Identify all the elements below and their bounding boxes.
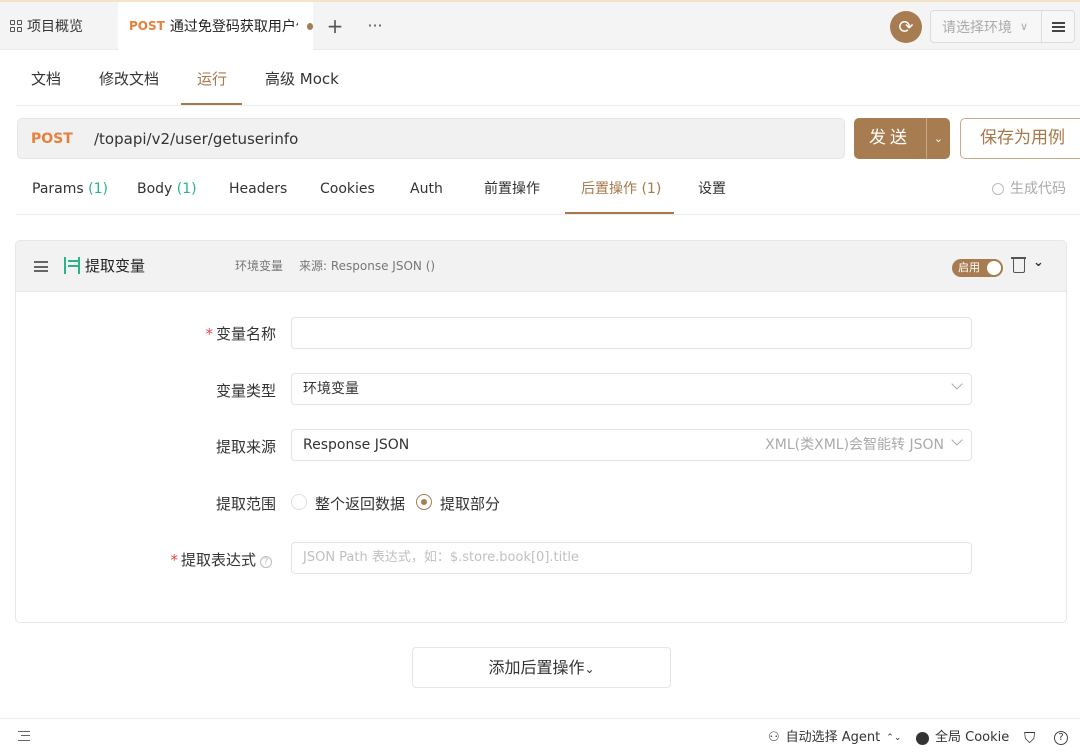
help-icon[interactable]: ?	[1054, 719, 1068, 753]
chevron-down-icon	[951, 434, 963, 446]
tab-settings[interactable]: 设置	[698, 163, 726, 215]
param-tabs: Params (1) Body (1) Headers Cookies Auth…	[16, 163, 1080, 215]
source-label: 提取来源	[215, 438, 276, 456]
subtab-edit-doc[interactable]: 修改文档	[99, 50, 159, 106]
extract-variable-icon	[64, 257, 80, 274]
var-type-label: 变量类型	[215, 382, 276, 400]
agent-label: 自动选择 Agent	[785, 730, 881, 745]
send-button[interactable]: 发送 ⌄	[854, 118, 950, 159]
subtab-advanced-mock[interactable]: 高级 Mock	[265, 50, 339, 106]
tab-bar: 项目概览 POST 通过免登码获取用户信息 + ··· ⟳ 请选择环境 ∨	[0, 2, 1080, 50]
chevron-down-icon	[951, 378, 963, 390]
grid-icon	[10, 20, 22, 32]
tab-method: POST	[129, 19, 165, 33]
method-select[interactable]: POST	[31, 119, 73, 159]
url-input[interactable]: /topapi/v2/user/getuserinfo	[94, 119, 298, 159]
tab-title: 通过免登码获取用户信息	[169, 19, 298, 35]
generate-code-button[interactable]: 生成代码	[992, 163, 1066, 215]
updown-icon: ⌃⌄	[886, 733, 902, 743]
global-cookie-button[interactable]: 全局 Cookie	[916, 719, 1009, 753]
help-icon[interactable]: ?	[260, 556, 272, 568]
environment-placeholder: 请选择环境	[942, 19, 1012, 36]
chevron-down-icon: ∨	[1020, 20, 1029, 33]
active-tab-underline	[565, 212, 674, 214]
subtab-run[interactable]: 运行	[197, 50, 227, 106]
var-type-value: 环境变量	[303, 381, 359, 397]
radio-partial[interactable]	[416, 494, 432, 510]
card-header[interactable]: 提取变量 环境变量 来源: Response JSON () 启用 ⌄	[16, 241, 1066, 292]
tab-headers[interactable]: Headers	[229, 163, 287, 215]
enable-toggle-label: 启用	[958, 261, 980, 274]
menu-icon	[1051, 21, 1065, 32]
active-subtab-underline	[181, 103, 242, 105]
expr-input[interactable]: JSON Path 表达式，如：$.store.book[0].title	[291, 542, 972, 574]
radio-whole-response[interactable]	[291, 494, 307, 510]
generate-code-label: 生成代码	[1010, 181, 1066, 197]
url-bar[interactable]: POST /topapi/v2/user/getuserinfo	[17, 118, 845, 159]
enable-toggle[interactable]: 启用	[952, 259, 1003, 277]
drag-handle-icon[interactable]	[34, 261, 48, 272]
agent-icon: ⚇	[768, 730, 780, 745]
unsaved-dot-icon	[306, 22, 313, 30]
tab-active-request[interactable]: POST 通过免登码获取用户信息	[118, 2, 313, 50]
agent-selector[interactable]: ⚇ 自动选择 Agent ⌃⌄	[768, 719, 901, 753]
environment-menu-button[interactable]	[1042, 10, 1075, 43]
send-label: 发送	[869, 128, 911, 148]
card-title: 提取变量	[85, 257, 146, 275]
more-tabs-icon[interactable]: ···	[364, 12, 386, 40]
tab-post-ops[interactable]: 后置操作 (1)	[581, 163, 661, 215]
save-as-case-button[interactable]: 保存为用例	[960, 118, 1080, 159]
trash-icon[interactable]	[1011, 257, 1026, 273]
tab-cookies[interactable]: Cookies	[320, 163, 375, 215]
chevron-down-icon[interactable]: ⌄	[927, 118, 950, 159]
var-name-label: * 变量名称	[205, 325, 276, 343]
card-meta-type: 环境变量	[235, 259, 284, 273]
tab-project-overview[interactable]: 项目概览	[0, 2, 118, 50]
card-meta-source: 来源: Response JSON ()	[299, 259, 436, 273]
radio-partial-label[interactable]: 提取部分	[440, 493, 500, 514]
chevron-down-icon: ⌄	[584, 662, 595, 676]
extract-variable-card: 提取变量 环境变量 来源: Response JSON () 启用 ⌄ * 变量名…	[15, 240, 1067, 623]
sync-icon[interactable]: ⟳	[890, 11, 922, 43]
new-tab-plus-icon[interactable]: +	[324, 12, 346, 40]
var-name-input[interactable]	[291, 317, 972, 349]
tab-params[interactable]: Params (1)	[32, 163, 108, 215]
var-type-select[interactable]: 环境变量	[291, 373, 972, 405]
toggle-knob	[987, 261, 1001, 275]
request-subtabs: 文档 修改文档 运行 高级 Mock	[16, 50, 1080, 106]
scope-label: 提取范围	[215, 495, 276, 513]
environment-select[interactable]: 请选择环境 ∨	[930, 10, 1042, 43]
global-cookie-label: 全局 Cookie	[935, 730, 1010, 745]
subtab-doc[interactable]: 文档	[31, 50, 61, 106]
tab-project-overview-label: 项目概览	[27, 19, 83, 35]
add-post-operation-button[interactable]: 添加后置操作⌄	[412, 647, 671, 688]
source-value: Response JSON	[303, 437, 410, 453]
tab-pre-ops[interactable]: 前置操作	[484, 163, 540, 215]
source-select[interactable]: Response JSON XML(类XML)会智能转 JSON	[291, 429, 972, 461]
chevron-down-icon[interactable]: ⌄	[1033, 255, 1044, 270]
status-bar: ⚇ 自动选择 Agent ⌃⌄ 全局 Cookie ⛉ ?	[0, 718, 1080, 753]
cookie-icon	[916, 731, 929, 745]
code-icon	[992, 183, 1004, 195]
collapse-sidebar-icon[interactable]	[18, 731, 30, 741]
expr-label: * 提取表达式?	[151, 549, 272, 570]
expr-placeholder: JSON Path 表达式，如：$.store.book[0].title	[303, 550, 579, 565]
shirt-icon[interactable]: ⛉	[1024, 719, 1035, 753]
radio-whole-response-label[interactable]: 整个返回数据	[315, 493, 405, 514]
tab-body[interactable]: Body (1)	[137, 163, 197, 215]
source-hint: XML(类XML)会智能转 JSON	[765, 437, 944, 453]
tab-auth[interactable]: Auth	[410, 163, 443, 215]
